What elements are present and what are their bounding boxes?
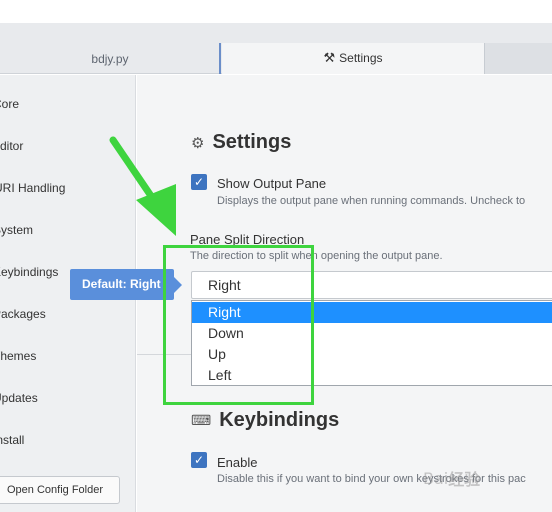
tools-icon: ⚒ — [323, 49, 336, 65]
sidebar-item-uri-handling[interactable]: URI Handling — [0, 181, 65, 195]
sidebar-item-themes[interactable]: Themes — [0, 349, 36, 363]
tab-partial[interactable] — [484, 43, 552, 74]
watermark-text: Bai — [423, 468, 449, 488]
gear-icon: ⚙ — [191, 134, 205, 152]
watermark-brand: 经验 — [448, 470, 481, 489]
show-output-pane-hint: Displays the output pane when running co… — [217, 195, 526, 207]
tab-divider-accent — [219, 43, 221, 74]
tab-label: bdjy.py — [91, 51, 129, 66]
sidebar-item-packages[interactable]: Packages — [0, 307, 46, 321]
keyboard-icon: ⌨ — [191, 412, 212, 428]
sidebar-item-core[interactable]: Core — [0, 97, 19, 111]
tab-settings[interactable]: ⚒ Settings — [222, 43, 484, 74]
keybindings-heading: ⌨ Keybindings — [191, 409, 339, 432]
tab-bdjy-py[interactable]: bdjy.py — [0, 43, 221, 74]
sidebar-item-updates[interactable]: Updates — [0, 391, 38, 405]
keybindings-enable-label: Enable — [217, 455, 258, 470]
default-value-tooltip: Default: Right — [70, 269, 174, 300]
sidebar-item-editor[interactable]: Editor — [0, 139, 23, 153]
annotation-highlight-box — [163, 245, 314, 405]
keybindings-enable-checkbox[interactable]: ✓ — [191, 452, 207, 468]
open-config-folder-button[interactable]: Open Config Folder — [0, 476, 120, 504]
watermark-logo: Bai 经验 — [423, 450, 548, 506]
open-config-folder-label: Open Config Folder — [7, 484, 103, 496]
sidebar-item-system[interactable]: System — [0, 223, 33, 237]
sidebar-item-install[interactable]: Install — [0, 433, 24, 447]
tab-label: Settings — [339, 50, 383, 65]
tab-bar: bdjy.py ⚒ Settings — [0, 23, 552, 74]
keybindings-heading-text: Keybindings — [219, 409, 340, 431]
settings-heading-text: Settings — [212, 131, 292, 153]
sidebar-item-keybindings[interactable]: Keybindings — [0, 265, 58, 279]
settings-heading: ⚙ Settings — [191, 131, 291, 154]
top-blank-area — [0, 0, 552, 23]
show-output-pane-label: Show Output Pane — [217, 176, 327, 191]
show-output-pane-checkbox[interactable]: ✓ — [191, 174, 207, 190]
